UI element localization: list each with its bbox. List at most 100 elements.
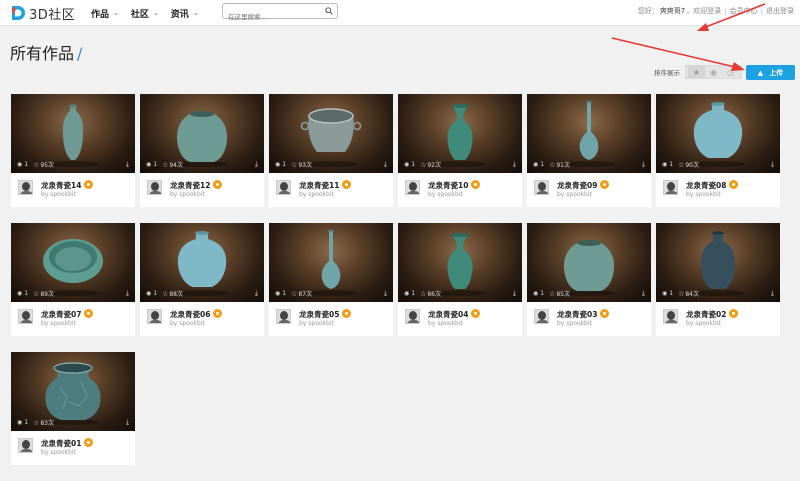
sort-by-views-icon[interactable]: ◉: [705, 66, 722, 78]
download-icon[interactable]: ⤓: [642, 289, 645, 298]
work-title[interactable]: 龙泉青瓷06: [170, 309, 223, 320]
avatar[interactable]: [18, 180, 33, 195]
work-card[interactable]: ◉ 1 ☆ 83次 ⤓ 龙泉青瓷01 by spookbit: [11, 352, 135, 465]
work-author[interactable]: by spookbit: [299, 191, 334, 198]
work-title[interactable]: 龙泉青瓷03: [557, 309, 610, 320]
work-thumbnail[interactable]: ◉ 1 ☆ 92次 ⤓: [398, 94, 522, 173]
work-title[interactable]: 龙泉青瓷08: [686, 180, 739, 191]
nav-community[interactable]: 社区 ⌄: [131, 7, 159, 20]
work-author[interactable]: by spookbit: [41, 191, 76, 198]
work-card[interactable]: ◉ 1 ☆ 87次 ⤓ 龙泉青瓷05 by spookbit: [269, 223, 393, 336]
member-center-link[interactable]: 会员中心: [730, 6, 758, 16]
avatar[interactable]: [18, 309, 33, 324]
work-title[interactable]: 龙泉青瓷07: [41, 309, 94, 320]
work-title[interactable]: 龙泉青瓷14: [41, 180, 94, 191]
avatar[interactable]: [405, 309, 420, 324]
star-count: 87次: [298, 291, 312, 298]
star-count: 92次: [427, 162, 441, 169]
work-title[interactable]: 龙泉青瓷11: [299, 180, 352, 191]
work-thumbnail[interactable]: ◉ 1 ☆ 87次 ⤓: [269, 223, 393, 302]
work-title[interactable]: 龙泉青瓷12: [170, 180, 223, 191]
sort-by-star-icon[interactable]: ★: [688, 66, 705, 78]
avatar[interactable]: [534, 309, 549, 324]
work-title[interactable]: 龙泉青瓷04: [428, 309, 481, 320]
download-icon[interactable]: ⤓: [771, 160, 774, 169]
work-thumbnail[interactable]: ◉ 1 ☆ 89次 ⤓: [11, 223, 135, 302]
download-icon[interactable]: ⤓: [126, 289, 129, 298]
username-link[interactable]: 爽爽哥7: [660, 6, 685, 16]
work-thumbnail[interactable]: ◉ 1 ☆ 84次 ⤓: [656, 223, 780, 302]
work-card[interactable]: ◉ 1 ☆ 89次 ⤓ 龙泉青瓷07 by spookbit: [11, 223, 135, 336]
avatar[interactable]: [663, 180, 678, 195]
work-title[interactable]: 龙泉青瓷05: [299, 309, 352, 320]
work-card[interactable]: ◉ 1 ☆ 86次 ⤓ 龙泉青瓷04 by spookbit: [398, 223, 522, 336]
avatar[interactable]: [534, 180, 549, 195]
work-thumbnail[interactable]: ◉ 1 ☆ 85次 ⤓: [527, 223, 651, 302]
search-input[interactable]: [223, 10, 319, 24]
site-logo[interactable]: 3D社区: [10, 3, 75, 23]
work-card[interactable]: ◉ 1 ☆ 92次 ⤓ 龙泉青瓷10 by spookbit: [398, 94, 522, 207]
download-icon[interactable]: ⤓: [126, 418, 129, 427]
nav-news[interactable]: 资讯 ⌄: [171, 7, 199, 20]
download-icon[interactable]: ⤓: [255, 289, 258, 298]
view-count: 1: [669, 161, 674, 168]
work-author[interactable]: by spookbit: [299, 320, 334, 327]
work-thumbnail[interactable]: ◉ 1 ☆ 86次 ⤓: [398, 223, 522, 302]
work-card[interactable]: ◉ 1 ☆ 95次 ⤓ 龙泉青瓷14 by spookbit: [11, 94, 135, 207]
badge-icon: [471, 309, 481, 318]
download-icon[interactable]: ⤓: [384, 160, 387, 169]
avatar[interactable]: [276, 309, 291, 324]
work-card[interactable]: ◉ 1 ☆ 90次 ⤓ 龙泉青瓷08 by spookbit: [656, 94, 780, 207]
work-thumbnail[interactable]: ◉ 1 ☆ 91次 ⤓: [527, 94, 651, 173]
work-author[interactable]: by spookbit: [428, 191, 463, 198]
avatar[interactable]: [663, 309, 678, 324]
avatar[interactable]: [147, 180, 162, 195]
download-icon[interactable]: ⤓: [513, 289, 516, 298]
avatar[interactable]: [276, 180, 291, 195]
avatar[interactable]: [405, 180, 420, 195]
work-author[interactable]: by spookbit: [557, 191, 592, 198]
sort-by-time-icon[interactable]: ◷: [722, 66, 739, 78]
work-thumbnail[interactable]: ◉ 1 ☆ 90次 ⤓: [656, 94, 780, 173]
work-thumbnail[interactable]: ◉ 1 ☆ 93次 ⤓: [269, 94, 393, 173]
star-count: 95次: [40, 162, 54, 169]
download-icon[interactable]: ⤓: [513, 160, 516, 169]
work-card[interactable]: ◉ 1 ☆ 94次 ⤓ 龙泉青瓷12 by spookbit: [140, 94, 264, 207]
eye-icon: ◉: [17, 419, 23, 426]
download-icon[interactable]: ⤓: [642, 160, 645, 169]
work-stats: ◉ 1 ☆ 95次: [17, 160, 54, 170]
download-icon[interactable]: ⤓: [255, 160, 258, 169]
work-title[interactable]: 龙泉青瓷02: [686, 309, 739, 320]
work-thumbnail[interactable]: ◉ 1 ☆ 88次 ⤓: [140, 223, 264, 302]
work-author[interactable]: by spookbit: [170, 320, 205, 327]
download-icon[interactable]: ⤓: [771, 289, 774, 298]
work-title[interactable]: 龙泉青瓷01: [41, 438, 94, 449]
avatar[interactable]: [18, 438, 33, 453]
work-card[interactable]: ◉ 1 ☆ 91次 ⤓ 龙泉青瓷09 by spookbit: [527, 94, 651, 207]
download-icon[interactable]: ⤓: [126, 160, 129, 169]
work-author[interactable]: by spookbit: [170, 191, 205, 198]
avatar[interactable]: [147, 309, 162, 324]
work-meta: 龙泉青瓷12 by spookbit: [140, 173, 264, 207]
work-card[interactable]: ◉ 1 ☆ 85次 ⤓ 龙泉青瓷03 by spookbit: [527, 223, 651, 336]
work-card[interactable]: ◉ 1 ☆ 88次 ⤓ 龙泉青瓷06 by spookbit: [140, 223, 264, 336]
download-icon[interactable]: ⤓: [384, 289, 387, 298]
work-author[interactable]: by spookbit: [428, 320, 463, 327]
search-icon[interactable]: [325, 7, 333, 15]
work-card[interactable]: ◉ 1 ☆ 84次 ⤓ 龙泉青瓷02 by spookbit: [656, 223, 780, 336]
work-author[interactable]: by spookbit: [41, 320, 76, 327]
work-meta: 龙泉青瓷11 by spookbit: [269, 173, 393, 207]
work-thumbnail[interactable]: ◉ 1 ☆ 83次 ⤓: [11, 352, 135, 431]
work-title[interactable]: 龙泉青瓷10: [428, 180, 481, 191]
work-author[interactable]: by spookbit: [686, 191, 721, 198]
work-title[interactable]: 龙泉青瓷09: [557, 180, 610, 191]
logout-link[interactable]: 退出登录: [766, 6, 794, 16]
work-author[interactable]: by spookbit: [557, 320, 592, 327]
nav-works[interactable]: 作品 ⌄: [91, 7, 119, 20]
work-author[interactable]: by spookbit: [686, 320, 721, 327]
work-author[interactable]: by spookbit: [41, 449, 76, 456]
work-thumbnail[interactable]: ◉ 1 ☆ 95次 ⤓: [11, 94, 135, 173]
upload-button[interactable]: ▲ 上传: [746, 65, 795, 80]
work-card[interactable]: ◉ 1 ☆ 93次 ⤓ 龙泉青瓷11 by spookbit: [269, 94, 393, 207]
work-thumbnail[interactable]: ◉ 1 ☆ 94次 ⤓: [140, 94, 264, 173]
